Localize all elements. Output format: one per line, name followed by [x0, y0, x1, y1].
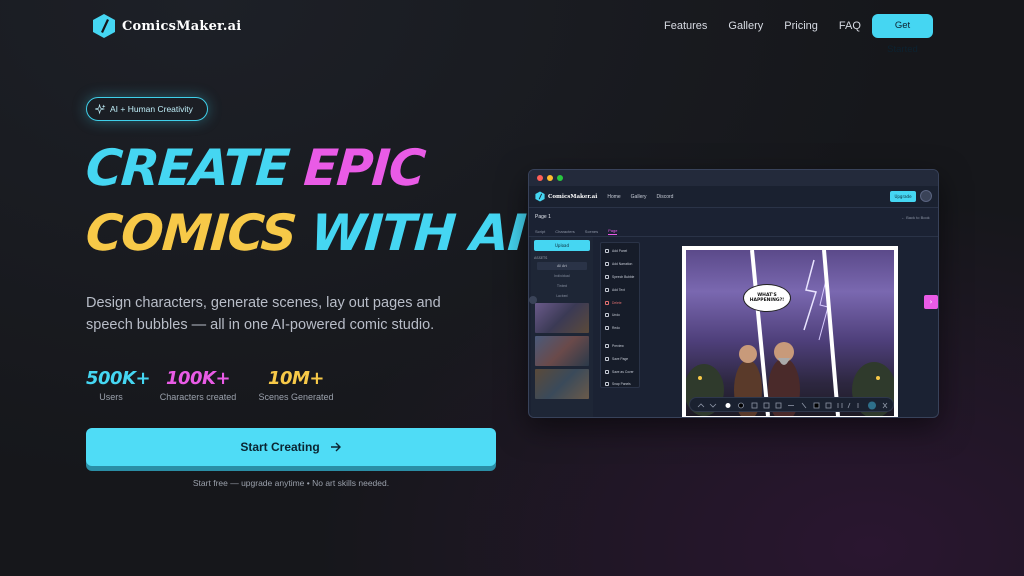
get-started-button[interactable]: Get Started: [872, 14, 933, 55]
app-upload-button: Upload: [534, 240, 590, 251]
sparkle-icon: [95, 103, 106, 115]
narration-icon: [605, 262, 609, 267]
close-dot-icon: [537, 175, 543, 181]
app-scene-thumbnail: [535, 369, 589, 399]
speech-bubble-icon: [605, 274, 609, 279]
nav-gallery[interactable]: Gallery: [728, 15, 763, 37]
app-nav-gallery: Gallery: [630, 193, 647, 200]
app-nav-home: Home: [607, 193, 621, 200]
trash-icon: [605, 300, 609, 305]
stats-row: 500K+ Users 100K+ Characters created 10M…: [86, 368, 354, 402]
hero-title-line1: Create Epic: [83, 139, 525, 197]
app-tool: Delete: [601, 296, 639, 309]
hero-word-create: Create: [83, 139, 291, 197]
app-logo-icon: [535, 191, 545, 202]
app-tool: Preview: [601, 340, 639, 353]
text-icon: [605, 287, 609, 292]
app-page-title: Page 1: [535, 214, 551, 220]
nav-faq[interactable]: FAQ: [839, 15, 861, 37]
app-preview-window: ComicsMaker.ai Home Gallery Discord Upgr…: [528, 169, 939, 418]
app-comic-canvas: WHAT'S HAPPENING?!: [682, 246, 898, 417]
preview-icon: [605, 343, 609, 348]
app-tool: Snap Panels: [601, 378, 639, 391]
app-asset-item: All Art: [537, 262, 587, 270]
app-asset-item: Tinted: [557, 284, 567, 288]
app-assets-panel: Upload ASSETS All Art Individual Tinted …: [529, 237, 593, 417]
app-tools-panel: Add Panel Add Narration Speech Bubble Ad…: [600, 242, 640, 388]
collapse-panel-icon: [529, 296, 537, 304]
hero-word-epic: Epic: [302, 139, 427, 197]
app-asset-item: Individual: [554, 274, 570, 278]
avatar: [920, 190, 932, 202]
app-tool: Save Page: [601, 352, 639, 365]
app-assets-label: ASSETS: [534, 256, 548, 260]
stat-characters: 100K+ Characters created: [158, 368, 238, 402]
stat-scenes: 10M+ Scenes Generated: [258, 368, 334, 402]
badge-text: AI + Human Creativity: [110, 104, 193, 114]
toolbar-icons: [697, 401, 888, 410]
save-icon: [605, 356, 609, 361]
stat-label: Scenes Generated: [258, 392, 334, 402]
app-tool: Redo: [601, 322, 639, 335]
app-tool: Add Panel: [601, 245, 639, 258]
app-brand: ComicsMaker.ai: [548, 193, 598, 200]
app-tool: Add Narration: [601, 258, 639, 271]
undo-icon: [605, 313, 609, 318]
app-header: ComicsMaker.ai Home Gallery Discord Upgr…: [529, 186, 938, 208]
start-creating-button[interactable]: Start Creating: [86, 428, 496, 466]
app-tab-scenes: Scenes: [584, 228, 599, 234]
stat-value: 10M+: [267, 368, 325, 389]
app-page-row: Page 1 ← Back to Book: [529, 208, 938, 226]
app-tabs: Script Characters Scenes Page: [529, 226, 938, 237]
cta-note: Start free — upgrade anytime • No art sk…: [192, 478, 390, 488]
app-canvas-toolbar: [689, 397, 894, 412]
app-nav-discord: Discord: [656, 193, 674, 200]
app-tool: Speech Bubble: [601, 271, 639, 284]
hero-word-comics: Comics: [83, 204, 298, 262]
comic-speech-bubble: WHAT'S HAPPENING?!: [743, 284, 791, 312]
stat-value: 500K+: [86, 368, 151, 389]
app-scene-thumbnail: [535, 303, 589, 333]
start-creating-label: Start Creating: [240, 440, 320, 454]
next-page-arrow-icon: ›: [924, 295, 938, 309]
window-titlebar: [529, 170, 938, 186]
logo-hex-icon: [93, 14, 115, 38]
app-tool: Save as Cover: [601, 365, 639, 378]
app-asset-item: Locked: [556, 294, 568, 298]
comic-illustration: [686, 250, 894, 416]
app-back-link: ← Back to Book: [901, 214, 930, 220]
ai-badge: AI + Human Creativity: [86, 97, 208, 121]
stat-label: Characters created: [159, 392, 237, 402]
hero-title-line2: Comics With AI: [83, 204, 528, 262]
hero-title: Create Epic Comics With AI: [83, 139, 528, 262]
add-panel-icon: [605, 249, 609, 254]
main-nav: Features Gallery Pricing FAQ Get Started: [664, 14, 933, 55]
stat-value: 100K+: [165, 368, 231, 389]
app-tool: Add Text: [601, 283, 639, 296]
app-scene-thumbnail: [535, 336, 589, 366]
stat-label: Users: [99, 392, 123, 402]
stat-users: 500K+ Users: [86, 368, 151, 402]
comic-page: WHAT'S HAPPENING?!: [686, 250, 894, 416]
cover-icon: [605, 369, 609, 374]
app-tab-script: Script: [535, 228, 546, 234]
app-upgrade-button: Upgrade: [890, 191, 916, 202]
grid-icon: [605, 382, 609, 387]
nav-pricing[interactable]: Pricing: [784, 15, 818, 37]
hero-subtitle: Design characters, generate scenes, lay …: [86, 295, 441, 333]
hero-word-with-ai: With AI: [309, 204, 528, 262]
maximize-dot-icon: [557, 175, 563, 181]
nav-features[interactable]: Features: [664, 15, 707, 37]
brand-logo[interactable]: ComicsMaker.ai: [92, 13, 241, 39]
redo-icon: [605, 326, 609, 331]
minimize-dot-icon: [547, 175, 553, 181]
app-tab-page: Page: [608, 227, 618, 235]
app-tool: Undo: [601, 309, 639, 322]
brand-name: ComicsMaker.ai: [122, 18, 242, 34]
app-tab-characters: Characters: [555, 228, 575, 234]
arrow-right-icon: [330, 442, 341, 452]
